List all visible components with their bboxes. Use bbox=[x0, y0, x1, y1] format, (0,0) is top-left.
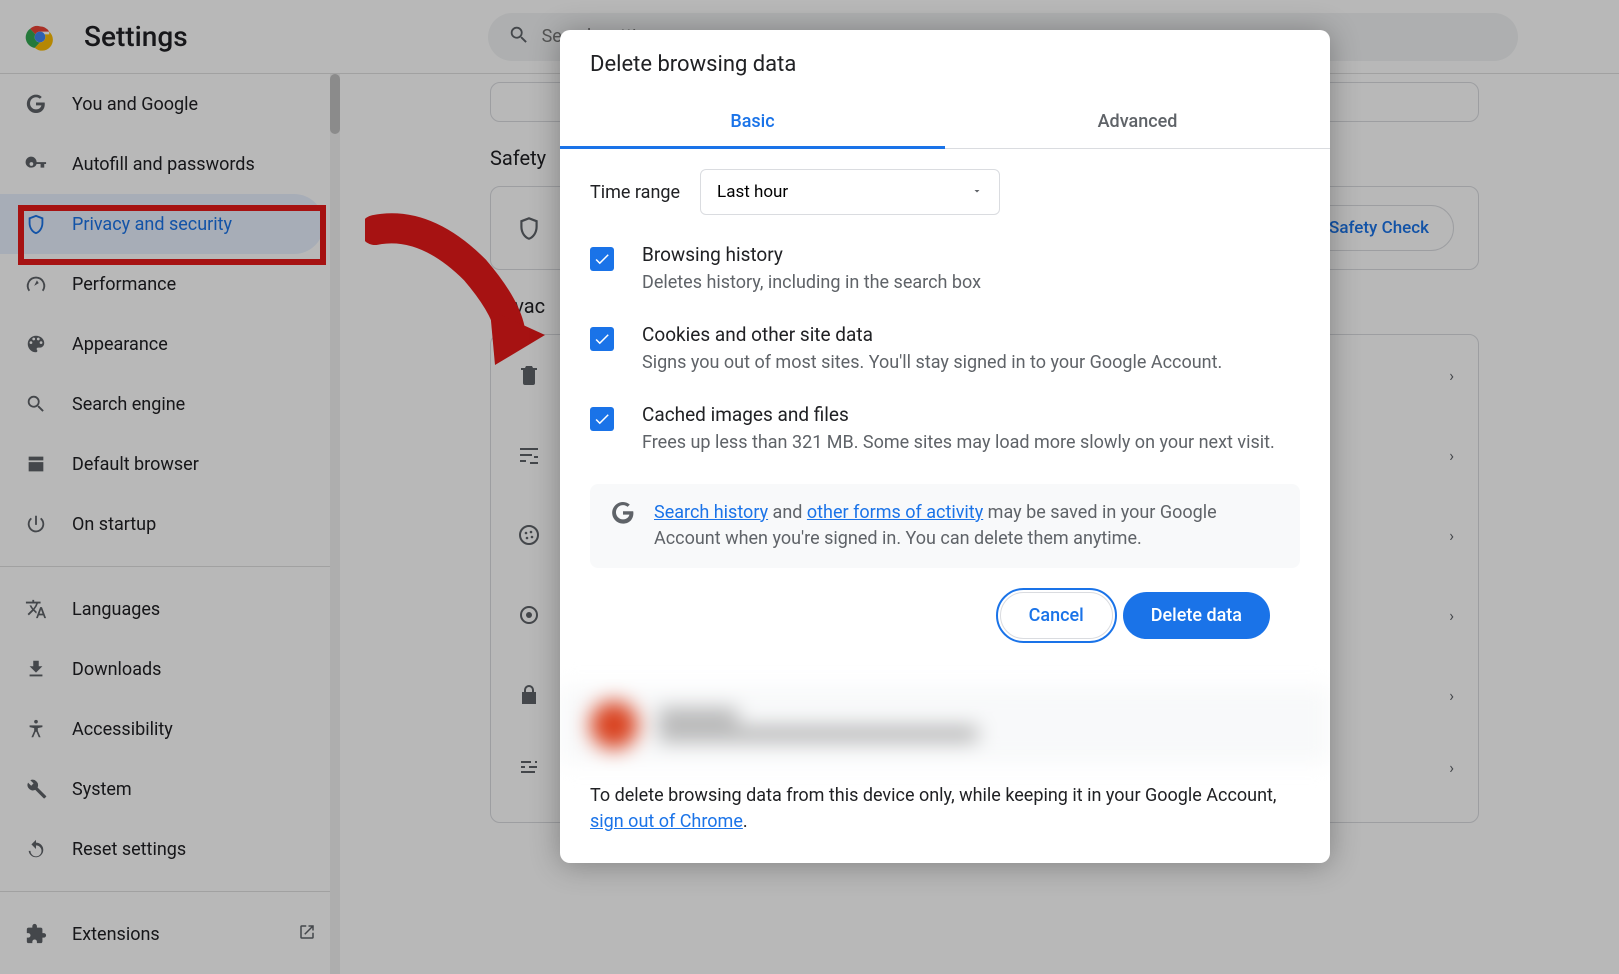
account-email-redacted bbox=[658, 727, 978, 741]
checkbox-row-cache: Cached images and files Frees up less th… bbox=[590, 403, 1300, 455]
dialog-footer-note: To delete browsing data from this device… bbox=[560, 763, 1330, 863]
checkbox-desc: Deletes history, including in the search… bbox=[642, 270, 981, 295]
tab-advanced[interactable]: Advanced bbox=[945, 95, 1330, 148]
checkbox-title: Browsing history bbox=[642, 243, 981, 266]
tab-basic[interactable]: Basic bbox=[560, 95, 945, 148]
checkbox-desc: Signs you out of most sites. You'll stay… bbox=[642, 350, 1222, 375]
google-account-info-box: Search history and other forms of activi… bbox=[590, 484, 1300, 568]
checkbox-cache[interactable] bbox=[590, 407, 614, 431]
checkbox-cookies[interactable] bbox=[590, 327, 614, 351]
delete-data-button[interactable]: Delete data bbox=[1123, 592, 1270, 639]
dialog-tabs: Basic Advanced bbox=[560, 95, 1330, 149]
checkbox-row-cookies: Cookies and other site data Signs you ou… bbox=[590, 323, 1300, 375]
checkbox-title: Cached images and files bbox=[642, 403, 1275, 426]
checkmark-icon bbox=[593, 330, 611, 348]
time-range-label: Time range bbox=[590, 182, 680, 203]
cancel-button[interactable]: Cancel bbox=[1000, 592, 1113, 639]
checkbox-title: Cookies and other site data bbox=[642, 323, 1222, 346]
info-text: Search history and other forms of activi… bbox=[654, 500, 1280, 552]
google-g-icon bbox=[610, 500, 636, 530]
checkmark-icon bbox=[593, 410, 611, 428]
account-name-redacted bbox=[658, 709, 738, 723]
signed-in-account-row bbox=[560, 687, 1330, 763]
sign-out-link[interactable]: sign out of Chrome bbox=[590, 811, 743, 832]
chevron-down-icon bbox=[971, 182, 983, 202]
search-history-link[interactable]: Search history bbox=[654, 502, 768, 523]
checkmark-icon bbox=[593, 250, 611, 268]
other-activity-link[interactable]: other forms of activity bbox=[807, 502, 983, 523]
checkbox-browsing-history[interactable] bbox=[590, 247, 614, 271]
dialog-title: Delete browsing data bbox=[560, 30, 1330, 95]
time-range-select[interactable]: Last hour bbox=[700, 169, 1000, 215]
checkbox-row-browsing-history: Browsing history Deletes history, includ… bbox=[590, 243, 1300, 295]
delete-browsing-data-dialog: Delete browsing data Basic Advanced Time… bbox=[560, 30, 1330, 863]
time-range-value: Last hour bbox=[717, 182, 788, 202]
checkbox-desc: Frees up less than 321 MB. Some sites ma… bbox=[642, 430, 1275, 455]
avatar bbox=[590, 701, 638, 749]
